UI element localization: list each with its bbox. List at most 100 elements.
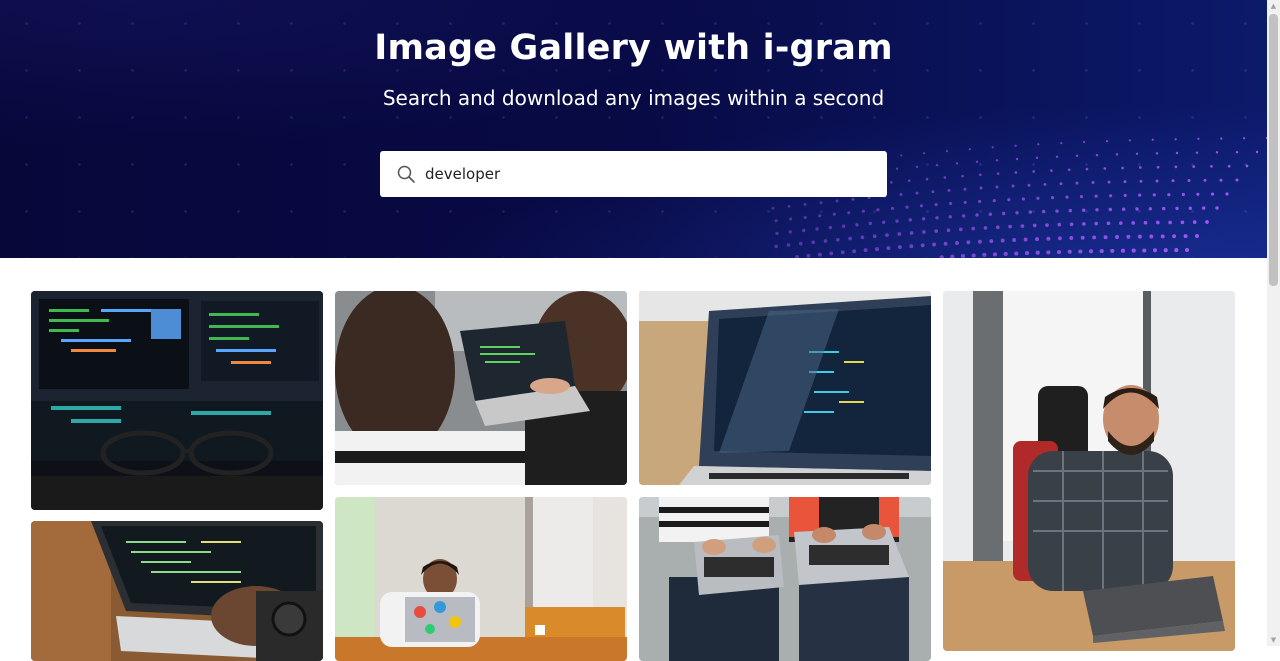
wave-dot <box>961 174 964 178</box>
wave-dot <box>1192 165 1196 168</box>
wave-dot <box>876 208 880 212</box>
gallery-image-people-with-laptops[interactable] <box>639 497 931 661</box>
wave-dot <box>789 217 793 221</box>
wave-dot <box>1210 165 1213 168</box>
wave-dot <box>897 245 902 250</box>
wave-dot <box>1155 152 1159 155</box>
wave-dot <box>935 163 939 167</box>
wave-dot <box>988 212 992 216</box>
wave-dot <box>828 225 832 230</box>
wave-dot <box>1092 235 1097 240</box>
gallery-image-laptop-with-code[interactable] <box>639 291 931 485</box>
wave-dot <box>798 241 803 246</box>
wave-dot <box>925 177 929 181</box>
wave-dot <box>1174 248 1179 253</box>
wave-dot <box>803 203 807 206</box>
wave-dot <box>992 199 996 203</box>
wave-dot <box>1172 234 1177 239</box>
wave-dot <box>1235 150 1239 154</box>
scroll-up-arrow-icon[interactable]: ▲ <box>1269 1 1278 11</box>
wave-dot <box>982 252 987 257</box>
wave-dot <box>1094 221 1099 226</box>
wave-dot <box>1187 179 1191 182</box>
wave-dot <box>875 247 879 252</box>
wave-dot <box>1105 140 1109 143</box>
wave-dot <box>1014 144 1017 147</box>
wave-dot <box>1135 207 1139 211</box>
wave-dot <box>963 187 967 191</box>
search-input[interactable] <box>425 151 865 197</box>
wave-dot <box>923 152 926 155</box>
wave-dot <box>1020 224 1025 228</box>
wave-dot <box>1042 209 1046 214</box>
wave-dot <box>885 233 889 237</box>
wave-dot <box>1067 249 1072 254</box>
wave-dot <box>1000 238 1005 243</box>
wave-dot <box>1152 193 1156 197</box>
scrollbar-thumb[interactable] <box>1269 14 1278 286</box>
wave-dot <box>1128 139 1131 142</box>
wave-dot <box>995 185 999 189</box>
wave-dot <box>899 193 903 196</box>
wave-dot <box>1183 234 1188 239</box>
wave-dot <box>991 146 994 149</box>
wave-dot <box>1079 195 1084 199</box>
gallery-image-hands-typing[interactable] <box>31 521 323 661</box>
wave-dot <box>1174 138 1177 141</box>
wave-dot <box>1123 193 1127 197</box>
wave-dot <box>955 241 959 245</box>
scroll-down-arrow-icon[interactable]: ▼ <box>1269 635 1278 645</box>
wave-dot <box>1148 207 1152 211</box>
wave-dot <box>897 232 902 236</box>
wave-dot <box>1181 192 1185 197</box>
wave-dot <box>1091 181 1095 184</box>
wave-dot <box>1138 193 1142 197</box>
wave-dot <box>1103 235 1108 240</box>
wave-dot <box>943 241 948 246</box>
gallery-image-stressed-developer[interactable] <box>335 497 627 661</box>
wave-dot <box>995 159 999 162</box>
wave-dot <box>842 224 846 228</box>
wave-dot <box>788 230 792 234</box>
search-icon <box>397 165 415 183</box>
wave-dot <box>1050 196 1055 200</box>
wave-dot <box>971 226 976 231</box>
wave-dot <box>823 239 828 243</box>
wave-dot <box>811 240 816 245</box>
wave-dot <box>847 211 851 215</box>
wave-dot <box>835 199 839 203</box>
wave-dot <box>852 249 857 254</box>
wave-dot <box>1082 222 1086 226</box>
wave-dot <box>1175 206 1179 211</box>
wave-dot <box>1215 206 1219 210</box>
wave-dot <box>1215 151 1219 154</box>
wave-dot <box>907 179 911 183</box>
wave-dot <box>832 212 836 216</box>
wave-dot <box>992 252 998 257</box>
wave-dot <box>1143 220 1148 225</box>
wave-dot <box>1024 251 1030 256</box>
wave-dot <box>1043 182 1047 186</box>
wave-dot <box>1056 250 1062 255</box>
wave-dot <box>1151 138 1154 141</box>
gallery-image-women-at-laptop[interactable] <box>335 291 627 485</box>
wave-dot <box>1106 221 1111 226</box>
wave-dot <box>1107 180 1111 184</box>
page-scrollbar[interactable]: ▲ ▼ <box>1267 0 1280 646</box>
wave-dot <box>1083 140 1086 144</box>
gallery-image-monitors-with-code[interactable] <box>31 291 323 510</box>
gallery-image-man-with-laptop[interactable] <box>943 291 1235 651</box>
wave-dot <box>1195 234 1199 238</box>
wave-dot <box>1023 237 1028 242</box>
wave-dot <box>819 201 823 205</box>
wave-dot <box>829 251 834 256</box>
wave-dot <box>1103 167 1107 170</box>
wave-dot <box>1220 137 1223 140</box>
search-box[interactable] <box>380 151 887 197</box>
wave-dot <box>1045 223 1049 227</box>
wave-dot <box>931 190 935 194</box>
wave-dot <box>1002 211 1006 216</box>
wave-dot <box>1188 206 1192 210</box>
wave-dot <box>945 150 949 153</box>
page-subtitle: Search and download any images within a … <box>382 86 885 110</box>
